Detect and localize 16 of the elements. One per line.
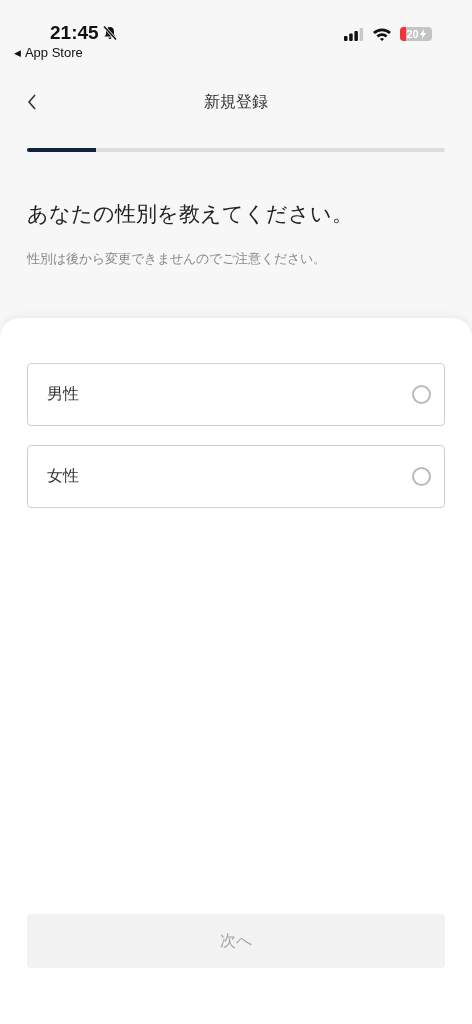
question-heading: あなたの性別を教えてください。 [27, 201, 354, 228]
bell-slash-icon [101, 25, 118, 41]
radio-button[interactable] [412, 385, 431, 404]
back-app-link[interactable]: App Store [24, 45, 83, 60]
time: 21:45 [50, 22, 99, 44]
gender-option[interactable]: 女性 [27, 445, 445, 508]
charging-bolt-icon [419, 29, 426, 39]
back-chevron-icon[interactable] [27, 94, 37, 110]
gender-option[interactable]: 男性 [27, 363, 445, 426]
page-title: 新規登録 [204, 91, 268, 113]
signal-icon [344, 27, 364, 41]
battery-percent: 20 [406, 28, 419, 40]
radio-button[interactable] [412, 467, 431, 486]
wifi-icon [372, 27, 392, 41]
back-arrow-icon[interactable]: ◀ [14, 47, 21, 58]
note-text: 性別は後から変更できませんのでご注意ください。 [27, 250, 327, 268]
